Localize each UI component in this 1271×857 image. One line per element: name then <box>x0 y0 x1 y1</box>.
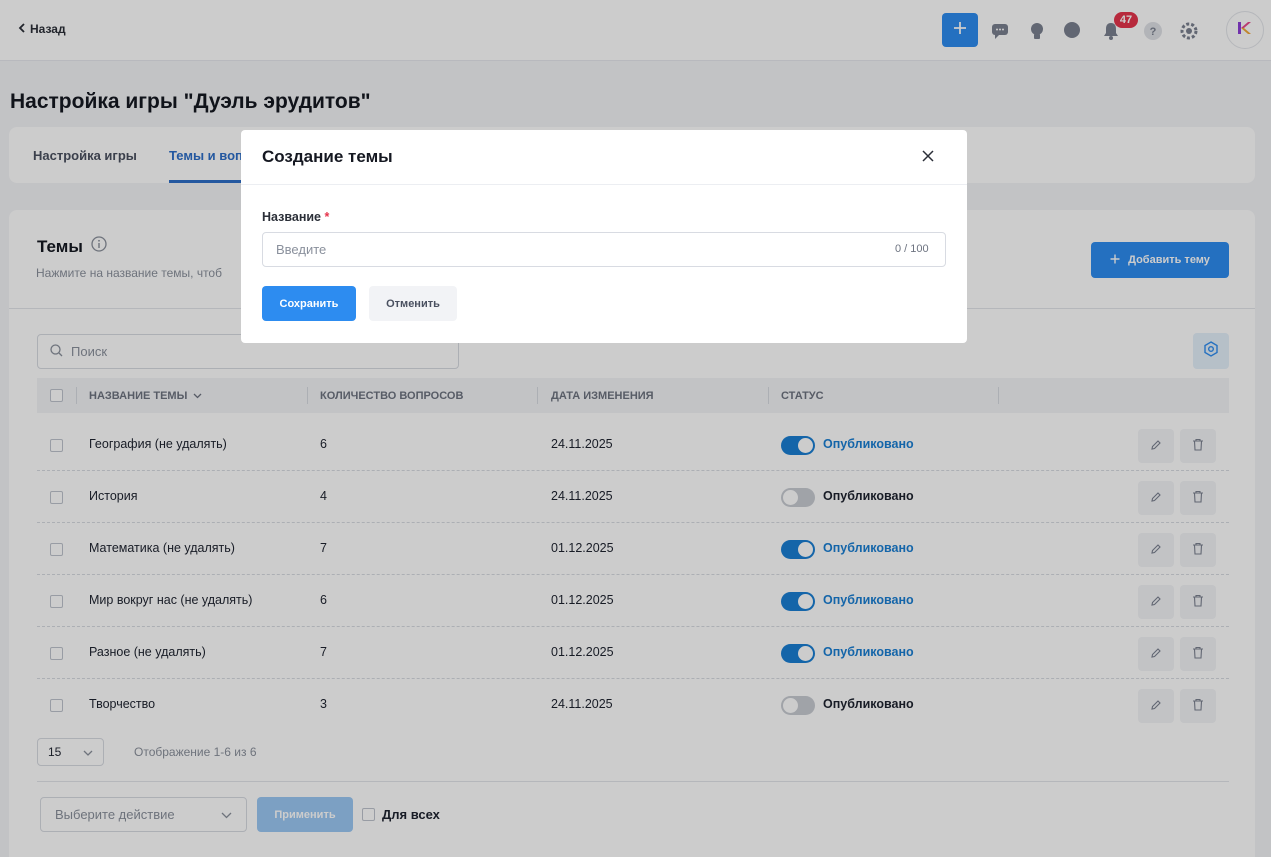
divider <box>241 184 967 185</box>
modal-title: Создание темы <box>262 147 393 166</box>
close-button[interactable] <box>919 149 937 167</box>
create-theme-modal: Создание темы Название * 0 / 100 Сохрани… <box>241 130 967 343</box>
name-field-label: Название * <box>262 210 329 224</box>
character-counter: 0 / 100 <box>895 243 929 255</box>
name-field-label-text: Название <box>262 210 322 224</box>
modal-backdrop[interactable] <box>0 0 1271 857</box>
name-input[interactable] <box>262 232 946 267</box>
save-button[interactable]: Сохранить <box>262 286 356 321</box>
close-icon <box>922 149 934 167</box>
cancel-button[interactable]: Отменить <box>369 286 457 321</box>
required-mark: * <box>324 210 330 224</box>
